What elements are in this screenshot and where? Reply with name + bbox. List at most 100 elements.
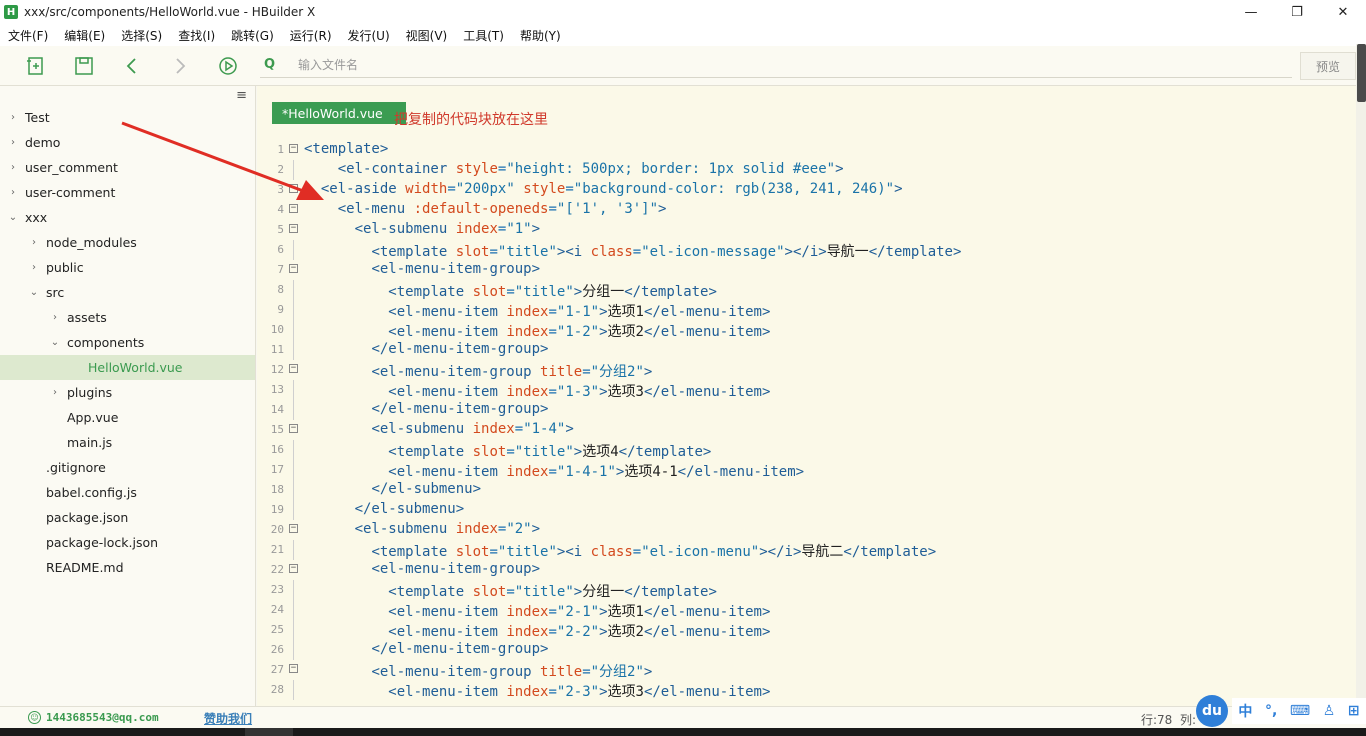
chevron-down-icon[interactable]: ⌄ xyxy=(28,287,40,298)
tree-item[interactable]: babel.config.js xyxy=(0,480,255,505)
baidu-ime-logo-icon[interactable]: du xyxy=(1196,695,1228,727)
code-text: <el-container style="height: 500px; bord… xyxy=(337,161,844,177)
menu-bar: 文件(F) 编辑(E) 选择(S) 查找(I) 跳转(G) 运行(R) 发行(U… xyxy=(0,24,1366,46)
fold-guide xyxy=(293,340,294,360)
code-line: 24 <el-menu-item index="2-1">选项1</el-men… xyxy=(257,600,1347,620)
code-line: 12− <el-menu-item-group title="分组2"> xyxy=(257,360,1347,380)
code-text: <el-submenu index="1-4"> xyxy=(371,421,574,437)
menu-select[interactable]: 选择(S) xyxy=(117,27,166,44)
code-text: <el-menu-item index="2-2">选项2</el-menu-i… xyxy=(388,624,771,640)
fold-toggle-icon[interactable]: − xyxy=(289,524,298,533)
chevron-right-icon[interactable]: › xyxy=(7,112,19,123)
menu-tools[interactable]: 工具(T) xyxy=(459,27,508,44)
back-icon[interactable] xyxy=(122,56,142,76)
red-arrow-annotation xyxy=(121,121,324,200)
ime-grid-icon[interactable]: ⊞ xyxy=(1348,703,1360,719)
save-icon[interactable] xyxy=(74,56,94,76)
account-email[interactable]: 1443685543@qq.com xyxy=(46,711,159,724)
chevron-right-icon[interactable]: › xyxy=(7,162,19,173)
ime-punctuation-icon[interactable]: °, xyxy=(1265,703,1277,719)
tree-item[interactable]: › node_modules xyxy=(0,230,255,255)
code-text: <template slot="title">分组一</template> xyxy=(388,284,717,300)
tree-item-label: main.js xyxy=(67,435,113,450)
line-number: 18 xyxy=(270,483,284,496)
ime-keyboard-icon[interactable]: ⌨ xyxy=(1290,703,1310,719)
fold-guide xyxy=(293,600,294,620)
ime-toolbar: du 中 °, ⌨ ♙ ⊞ xyxy=(1196,694,1366,728)
chevron-down-icon[interactable]: ⌄ xyxy=(7,212,19,223)
menu-edit[interactable]: 编辑(E) xyxy=(60,27,109,44)
fold-toggle-icon[interactable]: − xyxy=(289,664,298,673)
fold-toggle-icon[interactable]: − xyxy=(289,564,298,573)
restore-button[interactable]: ❐ xyxy=(1274,0,1320,24)
code-line: 14 </el-menu-item-group> xyxy=(257,400,1347,420)
annotation-note: 把复制的代码块放在这里 xyxy=(394,112,548,128)
tree-item[interactable]: package-lock.json xyxy=(0,530,255,555)
taskbar-active-app[interactable] xyxy=(245,728,293,736)
menu-find[interactable]: 查找(I) xyxy=(174,27,219,44)
donate-link[interactable]: 赞助我们 xyxy=(204,710,252,727)
tree-item[interactable]: › assets xyxy=(0,305,255,330)
chevron-right-icon[interactable]: › xyxy=(49,312,61,323)
code-line: 19 </el-submenu> xyxy=(257,500,1347,520)
tree-item[interactable]: ⌄ components xyxy=(0,330,255,355)
tree-item[interactable]: .gitignore xyxy=(0,455,255,480)
menu-publish[interactable]: 发行(U) xyxy=(344,27,394,44)
code-text: </el-menu-item-group> xyxy=(371,401,549,417)
chevron-down-icon[interactable]: ⌄ xyxy=(49,337,61,348)
code-text: </el-submenu> xyxy=(354,501,465,517)
close-button[interactable]: ✕ xyxy=(1320,0,1366,24)
chevron-right-icon[interactable]: › xyxy=(49,387,61,398)
line-number: 12 xyxy=(270,363,284,376)
preview-button[interactable]: 预览 xyxy=(1300,52,1356,80)
file-search-input[interactable] xyxy=(298,57,1198,72)
tree-item[interactable]: › public xyxy=(0,255,255,280)
side-panel-handle[interactable] xyxy=(1357,44,1366,102)
ime-user-icon[interactable]: ♙ xyxy=(1323,703,1336,719)
chevron-right-icon[interactable]: › xyxy=(7,187,19,198)
run-icon[interactable] xyxy=(218,56,238,76)
menu-help[interactable]: 帮助(Y) xyxy=(516,27,565,44)
tree-item[interactable]: main.js xyxy=(0,430,255,455)
code-text: <template slot="title"><i class="el-icon… xyxy=(371,544,937,560)
fold-toggle-icon[interactable]: − xyxy=(289,424,298,433)
tree-item[interactable]: HelloWorld.vue xyxy=(0,355,255,380)
tree-item-label: demo xyxy=(25,135,61,150)
tree-item-label: package.json xyxy=(46,510,129,525)
code-line: 20− <el-submenu index="2"> xyxy=(257,520,1347,540)
fold-toggle-icon[interactable]: − xyxy=(289,224,298,233)
forward-icon[interactable] xyxy=(170,56,190,76)
fold-guide xyxy=(293,400,294,420)
tree-item[interactable]: package.json xyxy=(0,505,255,530)
tree-item[interactable]: App.vue xyxy=(0,405,255,430)
chevron-right-icon[interactable]: › xyxy=(28,237,40,248)
menu-file[interactable]: 文件(F) xyxy=(4,27,52,44)
tree-item[interactable]: › plugins xyxy=(0,380,255,405)
right-side-panel xyxy=(1356,44,1366,706)
tree-item[interactable]: ⌄ src xyxy=(0,280,255,305)
code-text: <el-submenu index="1"> xyxy=(354,221,541,237)
tree-item-label: .gitignore xyxy=(46,460,106,475)
code-line: 10 <el-menu-item index="1-2">选项2</el-men… xyxy=(257,320,1347,340)
fold-toggle-icon[interactable]: − xyxy=(289,364,298,373)
code-line: 26 </el-menu-item-group> xyxy=(257,640,1347,660)
menu-view[interactable]: 视图(V) xyxy=(402,27,452,44)
code-editor[interactable]: *HelloWorld.vue 把复制的代码块放在这里 1− <template>… xyxy=(257,86,1356,706)
code-line: 11 </el-menu-item-group> xyxy=(257,340,1347,360)
tree-item[interactable]: README.md xyxy=(0,555,255,580)
menu-run[interactable]: 运行(R) xyxy=(286,27,336,44)
code-text: <el-submenu index="2"> xyxy=(354,521,541,537)
menu-goto[interactable]: 跳转(G) xyxy=(227,27,278,44)
code-line: 28 <el-menu-item index="2-3">选项3</el-men… xyxy=(257,680,1347,700)
line-number: 19 xyxy=(270,503,284,516)
hamburger-menu-icon[interactable]: ≡ xyxy=(236,88,247,103)
ime-language-toggle[interactable]: 中 xyxy=(1238,701,1252,721)
code-line: 18 </el-submenu> xyxy=(257,480,1347,500)
minimize-button[interactable]: — xyxy=(1228,0,1274,24)
fold-toggle-icon[interactable]: − xyxy=(289,264,298,273)
line-number: 28 xyxy=(270,683,284,696)
new-file-icon[interactable] xyxy=(26,56,46,76)
chevron-right-icon[interactable]: › xyxy=(7,137,19,148)
code-text: <el-menu-item index="2-3">选项3</el-menu-i… xyxy=(388,684,771,700)
chevron-right-icon[interactable]: › xyxy=(28,262,40,273)
